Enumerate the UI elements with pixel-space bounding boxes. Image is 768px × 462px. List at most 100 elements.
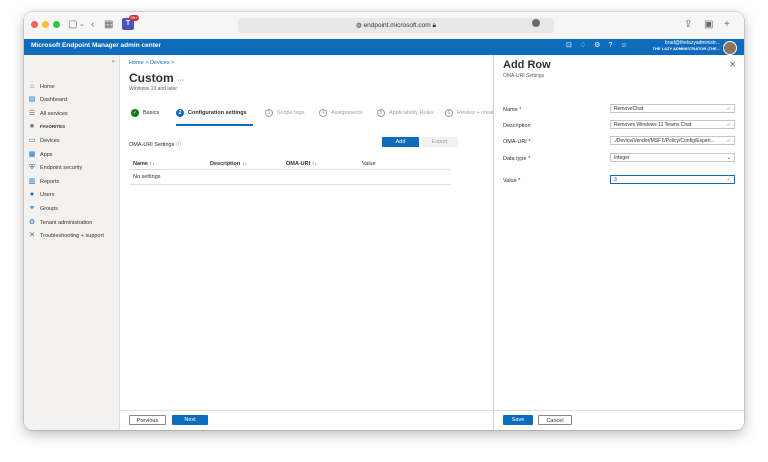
pane-footer: Save Cancel — [494, 410, 744, 430]
step-scope-tags[interactable]: 3 Scope tags — [265, 109, 305, 117]
name-field[interactable]: RemoveChat ✓ — [610, 104, 735, 113]
feedback-icon[interactable]: ⊡ — [566, 42, 580, 49]
app-title[interactable]: Microsoft Endpoint Manager admin center — [31, 42, 161, 49]
home-icon: ⌂ — [29, 82, 35, 90]
sort-icon: ↑↓ — [241, 161, 248, 167]
save-button[interactable]: Save — [503, 415, 533, 425]
oma-uri-label: OMA-URI * — [503, 139, 531, 145]
empty-table-message: No settings — [133, 174, 161, 180]
sidebar-item-reports[interactable]: ▥ Reports — [28, 176, 60, 187]
pane-title: Add Row — [503, 59, 551, 71]
globe-icon: ◍ — [356, 22, 362, 29]
info-icon[interactable]: ⓘ — [176, 142, 182, 148]
next-button[interactable]: Next — [172, 415, 208, 425]
sidebar-item-troubleshooting[interactable]: ✕ Troubleshooting + support — [28, 230, 104, 241]
person-feedback-icon[interactable]: ☺ — [620, 42, 635, 49]
add-row-pane: Add Row OMA-URI Settings ✕ Name * Remove… — [493, 55, 744, 430]
devices-icon: ▭ — [28, 136, 36, 144]
url-text: endpoint.microsoft.com — [363, 22, 431, 29]
notification-badge: 99+ — [129, 15, 139, 21]
valid-check-icon: ✓ — [726, 138, 731, 144]
column-header-oma-uri[interactable]: OMA-URI ↑↓ — [286, 161, 317, 167]
description-field[interactable]: Removes Windows 11 Teams Chat ✓ — [610, 120, 735, 129]
user-org: THE LAZY ADMINISTRATOR (THE... — [652, 46, 720, 51]
step-configuration-settings[interactable]: 2 Configuration settings — [176, 109, 247, 117]
close-window-button[interactable] — [31, 21, 38, 28]
step-basics[interactable]: ✓ Basics — [131, 109, 159, 117]
dashboard-icon: ▤ — [28, 95, 36, 103]
add-button[interactable]: Add — [382, 137, 419, 147]
data-type-label: Data type * — [503, 156, 531, 162]
export-button[interactable]: Export — [421, 137, 458, 147]
shield-icon: ⛨ — [29, 163, 35, 171]
extension-icon[interactable] — [532, 19, 540, 27]
chevron-down-icon: ⌄ — [726, 155, 731, 161]
wizard-steps: ✓ Basics 2 Configuration settings 3 Scope t… — [129, 109, 499, 126]
step-review-create[interactable]: 6 Review + create — [445, 109, 497, 117]
avatar[interactable] — [723, 41, 737, 55]
step-number: 2 — [176, 109, 184, 117]
reading-list-icon[interactable]: ▦ — [104, 18, 113, 32]
header-divider — [129, 169, 451, 170]
groups-icon: ⚭ — [29, 204, 35, 212]
previous-button[interactable]: Previous — [129, 415, 166, 425]
lock-icon: 🔒︎ — [432, 22, 436, 29]
share-icon[interactable]: ⇪ — [684, 18, 692, 32]
portal-header: Microsoft Endpoint Manager admin center … — [24, 39, 744, 55]
back-icon[interactable]: ‹ — [91, 18, 94, 32]
collapse-sidebar-button[interactable]: « — [112, 59, 115, 65]
sidebar-item-dashboard[interactable]: ▤ Dashboard — [28, 94, 67, 105]
sidebar-item-apps[interactable]: ▦ Apps — [28, 149, 53, 160]
zoom-window-button[interactable] — [53, 21, 60, 28]
gear-icon[interactable]: ⚙ — [594, 42, 608, 49]
row-divider — [129, 184, 451, 185]
breadcrumb[interactable]: Home > Devices > — [129, 60, 174, 66]
sidebar-toggle-icon[interactable]: ▢ — [68, 18, 77, 32]
list-icon: ☰ — [28, 109, 36, 117]
cancel-button[interactable]: Cancel — [538, 415, 572, 425]
sidebar-item-groups[interactable]: ⚭ Groups — [28, 203, 58, 214]
sidebar-item-all-services[interactable]: ☰ All services — [28, 108, 68, 119]
page-subtitle: Windows 10 and later — [129, 86, 178, 92]
sidebar-item-users[interactable]: ● Users — [28, 189, 55, 200]
description-label: Description — [503, 123, 531, 129]
data-type-select[interactable]: Integer ⌄ — [610, 153, 735, 162]
valid-check-icon: ✓ — [726, 177, 731, 183]
pane-subtitle: OMA-URI Settings — [503, 73, 545, 79]
close-icon[interactable]: ✕ — [729, 60, 736, 69]
sidebar-favorites-header: ★ FAVORITES — [28, 122, 66, 130]
wizard-footer: Previous Next — [120, 410, 492, 430]
active-step-underline — [176, 124, 253, 126]
oma-uri-field[interactable]: ./Device/Vendor/MSFT/Policy/Config/Exper… — [610, 136, 735, 145]
sidebar-item-devices[interactable]: ▭ Devices — [28, 135, 60, 146]
step-applicability-rules[interactable]: 5 Applicability Rules — [377, 109, 434, 117]
user-icon: ● — [29, 190, 35, 198]
sidebar-item-endpoint-security[interactable]: ⛨ Endpoint security — [28, 162, 82, 173]
step-number: 5 — [377, 109, 385, 117]
minimize-window-button[interactable] — [42, 21, 49, 28]
value-field[interactable]: 3 ✓ — [610, 175, 735, 184]
new-tab-icon[interactable]: + — [724, 18, 730, 32]
sort-icon: ↑↓ — [149, 161, 156, 167]
page-title: Custom ··· — [129, 71, 185, 85]
apps-icon: ▦ — [28, 150, 36, 158]
check-icon: ✓ — [131, 109, 139, 117]
column-header-name[interactable]: Name ↑↓ — [133, 161, 155, 167]
chevron-down-icon[interactable]: ⌄ — [79, 18, 85, 32]
step-assignments[interactable]: 4 Assignments — [319, 109, 363, 117]
account-info[interactable]: brad@thelazyadministr... THE LAZY ADMINI… — [653, 40, 720, 52]
tabs-icon[interactable]: ▣ — [704, 18, 713, 32]
column-header-description[interactable]: Description ↑↓ — [210, 161, 247, 167]
star-icon: ★ — [28, 122, 36, 130]
more-options-button[interactable]: ··· — [177, 77, 184, 84]
sidebar-item-home[interactable]: ⌂ Home — [28, 81, 55, 92]
wrench-icon: ✕ — [29, 231, 35, 239]
column-header-value[interactable]: Value — [362, 161, 376, 167]
address-bar[interactable]: ◍ endpoint.microsoft.com 🔒︎ — [238, 18, 554, 33]
help-icon[interactable]: ? — [608, 42, 620, 49]
tenant-icon: ⚙ — [28, 218, 36, 226]
sort-icon: ↑↓ — [311, 161, 318, 167]
sidebar-item-tenant-administration[interactable]: ⚙ Tenant administration — [28, 217, 92, 228]
bell-icon[interactable]: ♢ — [580, 42, 594, 49]
valid-check-icon: ✓ — [726, 106, 731, 112]
